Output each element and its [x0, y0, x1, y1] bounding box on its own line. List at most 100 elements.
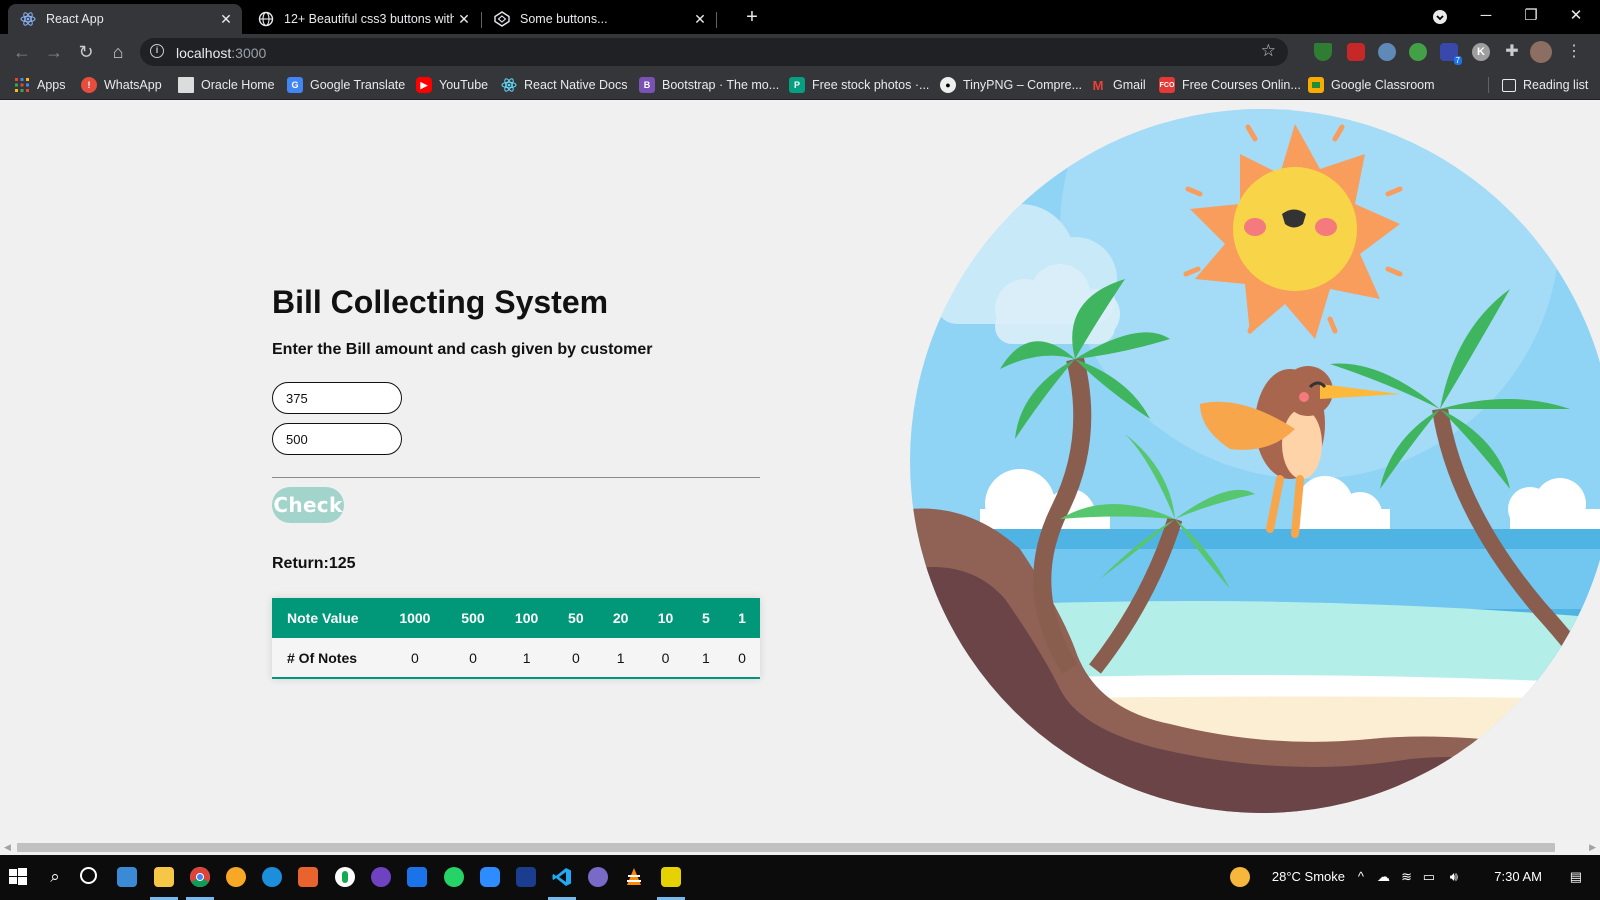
extension-icon[interactable] [1347, 43, 1365, 61]
mongodb-compass-icon[interactable] [335, 867, 355, 887]
bookmark-google-translate[interactable]: G Google Translate [287, 76, 405, 94]
minimize-button[interactable]: ─ [1466, 4, 1506, 30]
search-icon[interactable]: ⌕ [45, 867, 65, 887]
tab-react-app[interactable]: React App ✕ [8, 4, 242, 34]
close-window-button[interactable]: ✕ [1556, 4, 1596, 30]
bookmark-label: Oracle Home [201, 78, 275, 92]
bookmark-whatsapp[interactable]: ! WhatsApp [81, 76, 162, 94]
bookmark-bootstrap[interactable]: B Bootstrap · The mo... [639, 76, 779, 94]
bookmark-free-courses[interactable]: FCO Free Courses Onlin... [1159, 76, 1301, 94]
task-view-icon[interactable] [117, 867, 137, 887]
globe-icon [258, 11, 274, 27]
app-icon[interactable] [661, 867, 681, 887]
github-desktop-icon[interactable] [371, 867, 391, 887]
restore-button[interactable]: ❐ [1511, 4, 1551, 30]
table-header-cell: 10 [643, 598, 688, 638]
forward-icon[interactable]: → [42, 40, 66, 64]
bookmark-tinypng[interactable]: ● TinyPNG – Compre... [940, 76, 1082, 94]
check-button[interactable]: Check [272, 487, 344, 523]
shield-extension-icon[interactable] [1314, 43, 1332, 61]
app-icon[interactable] [516, 867, 536, 887]
wifi-icon[interactable]: ≋ [1401, 869, 1412, 885]
reading-list-button[interactable]: Reading list [1502, 76, 1588, 94]
back-icon[interactable]: ← [10, 40, 34, 64]
cash-given-input[interactable] [272, 423, 402, 455]
tab-some-buttons[interactable]: Some buttons... ✕ [482, 4, 716, 34]
puzzle-extensions-icon[interactable]: ✚ [1500, 40, 1524, 64]
address-bar[interactable]: i localhost:3000 ☆ [140, 38, 1288, 66]
table-header-cell: 100 [499, 598, 554, 638]
home-icon[interactable]: ⌂ [106, 40, 130, 64]
tab-search-button[interactable] [1420, 4, 1460, 30]
react-icon [20, 11, 36, 27]
bookmark-star-icon[interactable]: ☆ [1261, 41, 1276, 61]
horizontal-scrollbar[interactable]: ◀ ▶ [0, 840, 1600, 855]
profile-k-icon[interactable]: K [1472, 43, 1490, 61]
bookmark-label: Google Translate [310, 78, 406, 92]
whatsapp-icon[interactable] [444, 867, 464, 887]
mail-icon[interactable] [407, 867, 427, 887]
codepen-icon [494, 11, 510, 27]
table-header-cell: Note Value [272, 598, 384, 638]
reading-list-label: Reading list [1523, 78, 1589, 92]
notification-center-icon[interactable]: ▤ [1570, 869, 1582, 885]
bookmark-oracle-home[interactable]: Oracle Home [178, 76, 275, 94]
reload-icon[interactable]: ↻ [74, 40, 98, 64]
bookmark-google-classroom[interactable]: Google Classroom [1308, 76, 1435, 94]
extension-icon[interactable] [1409, 43, 1427, 61]
address-url[interactable]: localhost:3000 [176, 45, 266, 61]
table-header-cell: 1000 [383, 598, 447, 638]
chrome-icon[interactable] [190, 867, 210, 888]
volume-icon[interactable]: 🔊︎ [1450, 869, 1458, 885]
close-tab-icon[interactable]: ✕ [690, 11, 710, 28]
vscode-icon[interactable] [552, 867, 572, 887]
bookmark-gmail[interactable]: M Gmail [1090, 76, 1146, 94]
bookmarks-divider [1488, 77, 1489, 93]
bill-amount-input[interactable] [272, 382, 402, 414]
bookmark-react-native-docs[interactable]: React Native Docs [501, 76, 628, 94]
site-info-icon[interactable]: i [150, 44, 164, 58]
vlc-icon[interactable] [624, 867, 644, 887]
weather-icon[interactable] [1230, 867, 1250, 887]
tab-css3-buttons[interactable]: 12+ Beautiful css3 buttons with h ✕ [246, 4, 480, 34]
bookmark-apps[interactable]: Apps [14, 76, 66, 94]
bookmark-label: YouTube [439, 78, 489, 92]
extension-icon[interactable] [1378, 43, 1396, 61]
cloud-shape [925, 172, 1000, 224]
table-row: # Of Notes 0 0 1 0 1 0 1 0 [272, 638, 760, 679]
whatsapp-icon: ! [81, 77, 97, 93]
edge-icon[interactable] [262, 867, 282, 887]
close-tab-icon[interactable]: ✕ [216, 11, 236, 28]
clock[interactable]: 7:30 AM [1494, 869, 1542, 884]
postman-icon[interactable] [298, 867, 318, 887]
avatar[interactable] [1530, 41, 1552, 63]
table-cell: 1 [598, 638, 644, 679]
beach-illustration [910, 109, 1600, 813]
bookmark-youtube[interactable]: ▶ YouTube [416, 76, 488, 94]
windows-start-icon[interactable] [8, 867, 28, 887]
chevron-up-icon[interactable]: ^ [1358, 869, 1364, 884]
battery-icon[interactable]: ▭ [1423, 869, 1435, 885]
bookmark-label: Bootstrap · The mo... [662, 78, 780, 92]
zoom-icon[interactable] [480, 867, 500, 887]
weather-text[interactable]: 28°C Smoke [1272, 869, 1345, 884]
close-tab-icon[interactable]: ✕ [454, 11, 474, 28]
chrome-canary-icon[interactable] [226, 867, 246, 887]
app-icon[interactable] [588, 867, 608, 887]
panda-icon: ● [940, 77, 956, 93]
scrollbar-thumb[interactable] [17, 843, 1555, 852]
file-explorer-icon[interactable] [154, 867, 174, 887]
table-cell: 0 [723, 638, 760, 679]
onedrive-icon[interactable]: ☁ [1377, 869, 1390, 885]
cortana-icon[interactable] [80, 867, 97, 884]
scroll-right-arrow-icon[interactable]: ▶ [1589, 842, 1596, 853]
scroll-left-arrow-icon[interactable]: ◀ [4, 842, 11, 853]
bookmark-label: WhatsApp [104, 78, 162, 92]
bookmark-pexels[interactable]: P Free stock photos ·... [789, 76, 929, 94]
menu-kebab-icon[interactable]: ⋮ [1562, 40, 1586, 64]
bootstrap-icon: B [639, 77, 655, 93]
return-amount: Return:125 [272, 555, 356, 572]
new-tab-button[interactable]: + [740, 6, 764, 30]
classroom-icon [1308, 77, 1324, 93]
extension-icon[interactable]: 7 [1440, 43, 1462, 65]
